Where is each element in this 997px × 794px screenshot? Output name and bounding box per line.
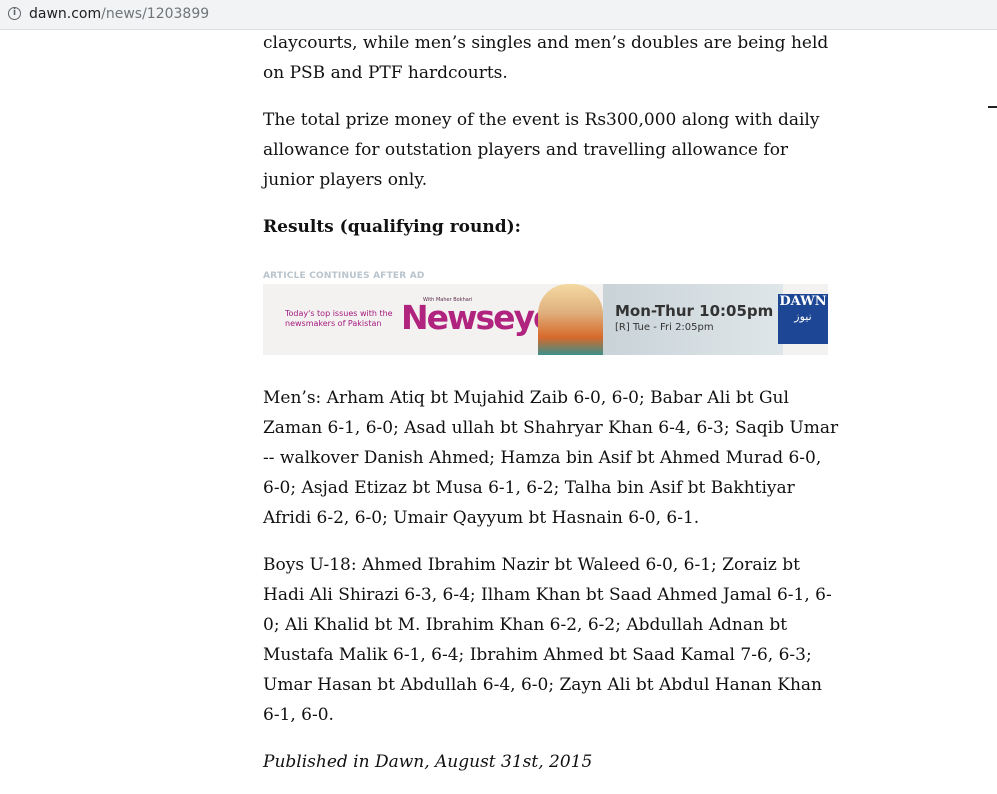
ad-schedule-main: Mon-Thur 10:05pm [615, 302, 774, 320]
paragraph-boys-results: Boys U-18: Ahmed Ibrahim Nazir bt Waleed… [263, 555, 832, 725]
paragraph-mens-results: Men’s: Arham Atiq bt Mujahid Zaib 6-0, 6… [263, 388, 839, 528]
ad-dawn-urdu-text: نیوز [794, 310, 812, 323]
info-icon[interactable]: i [8, 7, 21, 20]
url-text[interactable]: dawn.com/news/1203899 [29, 6, 209, 22]
paragraph-courts: claycourts, while men’s singles and men’… [263, 33, 829, 83]
address-bar[interactable]: i dawn.com/news/1203899 [0, 0, 997, 30]
ad-dawn-logo-text: DAWN [779, 294, 827, 309]
url-domain: dawn.com [29, 6, 102, 22]
url-path: /news/1203899 [101, 6, 210, 22]
ad-schedule-repeat: [R] Tue - Fri 2:05pm [615, 322, 714, 333]
ad-newseye-logo: Newseye [401, 298, 555, 337]
ad-banner[interactable]: Today's top issues with the newsmakers o… [263, 284, 828, 355]
ad-label: ARTICLE CONTINUES AFTER AD [263, 271, 425, 281]
results-heading: Results (qualifying round): [263, 217, 521, 237]
ad-presenter-image [538, 284, 603, 355]
article-body: claycourts, while men’s singles and men’… [263, 28, 843, 794]
ad-dawn-logo: DAWN نیوز [778, 294, 828, 344]
published-line: Published in Dawn, August 31st, 2015 [263, 752, 593, 772]
ad-tagline: Today's top issues with the newsmakers o… [285, 309, 393, 328]
scrollbar-indicator[interactable] [988, 106, 997, 108]
paragraph-prize: The total prize money of the event is Rs… [263, 110, 820, 190]
